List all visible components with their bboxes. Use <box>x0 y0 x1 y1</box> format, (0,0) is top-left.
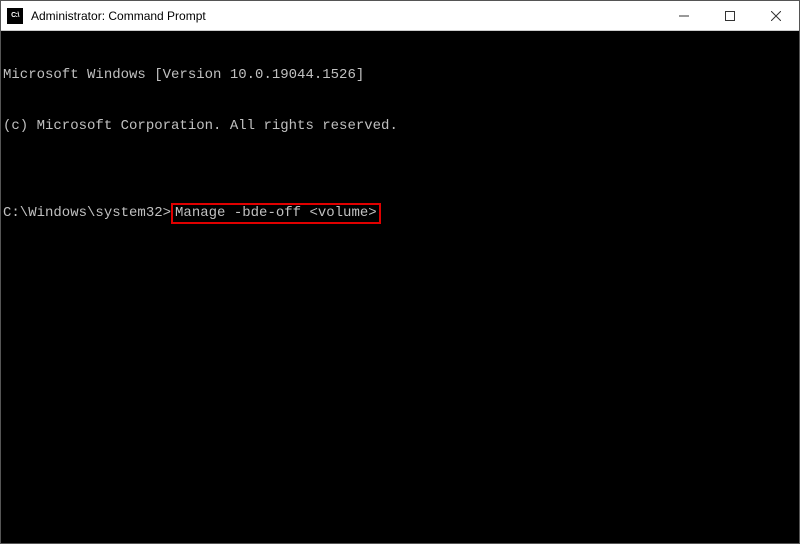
maximize-button[interactable] <box>707 1 753 30</box>
copyright-line: (c) Microsoft Corporation. All rights re… <box>3 118 799 135</box>
prompt-text: C:\Windows\system32> <box>3 205 171 222</box>
window-title: Administrator: Command Prompt <box>31 9 661 23</box>
minimize-button[interactable] <box>661 1 707 30</box>
cmd-icon-label: C:\ <box>11 12 19 19</box>
cmd-icon: C:\ <box>7 8 23 24</box>
window-controls <box>661 1 799 30</box>
minimize-icon <box>679 11 689 21</box>
close-button[interactable] <box>753 1 799 30</box>
titlebar[interactable]: C:\ Administrator: Command Prompt <box>1 1 799 31</box>
maximize-icon <box>725 11 735 21</box>
version-line: Microsoft Windows [Version 10.0.19044.15… <box>3 67 799 84</box>
prompt-line: C:\Windows\system32>Manage -bde-off <vol… <box>3 203 799 224</box>
close-icon <box>771 11 781 21</box>
command-highlight: Manage -bde-off <volume> <box>171 203 381 224</box>
command-text: Manage -bde-off <volume> <box>175 205 377 221</box>
cmd-window: C:\ Administrator: Command Prompt Micros… <box>0 0 800 544</box>
terminal-area[interactable]: Microsoft Windows [Version 10.0.19044.15… <box>1 31 799 543</box>
